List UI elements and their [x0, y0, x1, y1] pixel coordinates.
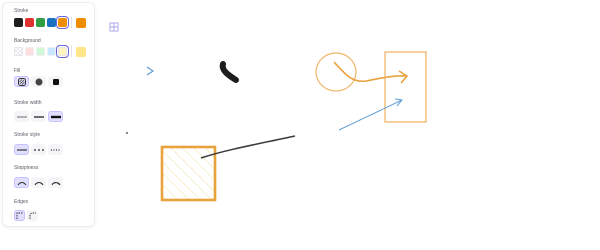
- dot-shape[interactable]: [126, 132, 128, 134]
- orange-curved-arrow-shape[interactable]: [333, 61, 408, 83]
- blue-arrow-shape[interactable]: [338, 99, 403, 131]
- hatched-square-shape[interactable]: [160, 145, 217, 202]
- drawing-canvas[interactable]: [0, 0, 600, 250]
- orange-rectangle-shape[interactable]: [384, 51, 427, 123]
- orange-arrowhead: [398, 70, 409, 84]
- grid-handle-icon[interactable]: [109, 22, 119, 32]
- orange-circle-shape[interactable]: [315, 52, 357, 92]
- black-scribble-shape[interactable]: [219, 61, 239, 83]
- blue-chevron-shape[interactable]: [146, 66, 155, 76]
